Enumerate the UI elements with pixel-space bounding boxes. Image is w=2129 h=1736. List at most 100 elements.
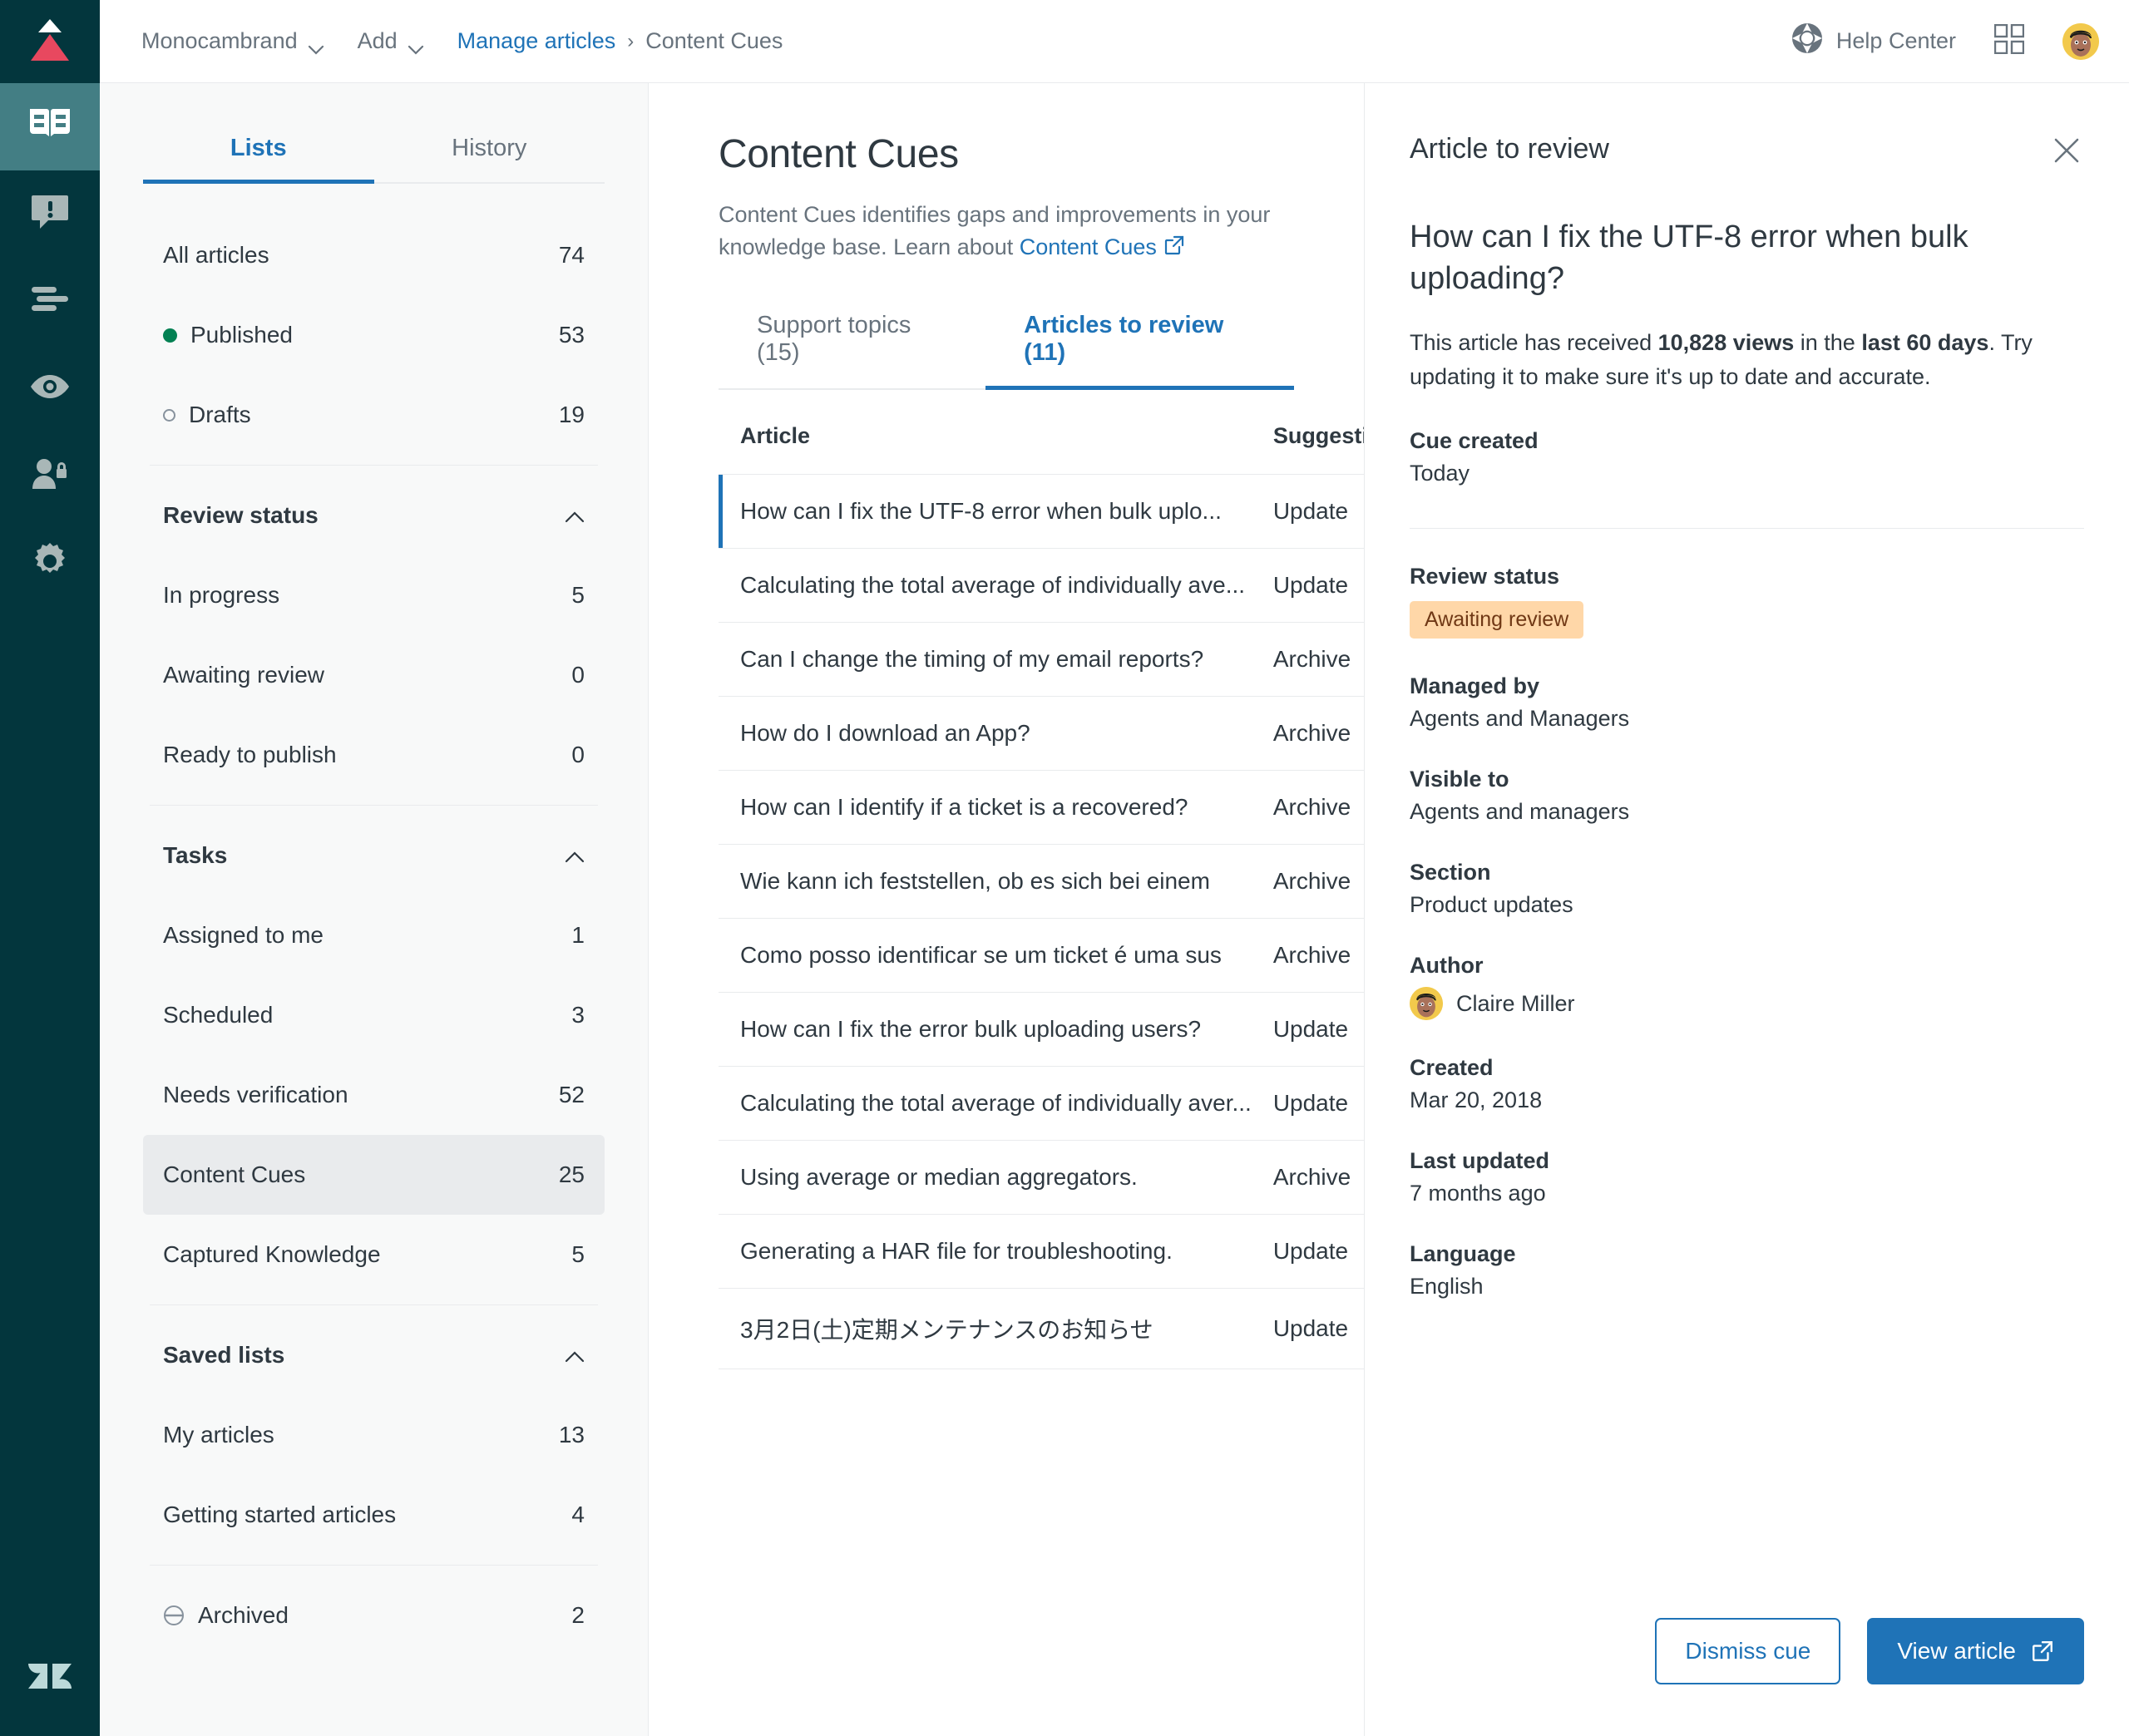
table-row[interactable]: Wie kann ich feststellen, ob es sich bei…	[719, 844, 1364, 920]
rail-item-lists[interactable]	[0, 258, 100, 345]
cell-article: 3月2日(土)定期メンテナンスのお知らせ	[719, 1288, 1252, 1370]
sidebar-item-getting-started-articles[interactable]: Getting started articles 4	[143, 1475, 605, 1555]
sidebar-item-archived[interactable]: Archived 2	[143, 1576, 605, 1655]
sidebar-item-count: 25	[558, 1161, 585, 1187]
add-menu[interactable]: Add	[358, 28, 423, 55]
eye-icon	[29, 374, 71, 403]
suggestion-sort-control[interactable]: Suggestion	[1273, 423, 1364, 449]
table-row[interactable]: Calculating the total average of individ…	[719, 1066, 1364, 1142]
sidebar-item-ready-to-publish[interactable]: Ready to publish 0	[143, 715, 605, 795]
cell-article: Wie kann ich feststellen, ob es sich bei…	[719, 844, 1252, 920]
cell-suggestion: Archive	[1251, 918, 1364, 994]
dismiss-cue-button[interactable]: Dismiss cue	[1655, 1618, 1841, 1684]
sidebar-item-scheduled[interactable]: Scheduled 3	[143, 975, 605, 1055]
zendesk-footer-logo[interactable]	[0, 1620, 100, 1736]
rail-item-alerts[interactable]	[0, 170, 100, 258]
archived-label-wrap: Archived	[163, 1602, 571, 1629]
sidebar-item-count: 52	[558, 1082, 585, 1107]
sidebar-item-published[interactable]: Published 53	[143, 295, 605, 375]
lists-sidebar: Lists History All articles 74 Published …	[100, 83, 649, 1736]
table-row[interactable]: Como posso identificar se um ticket é um…	[719, 918, 1364, 994]
external-link-icon	[1163, 233, 1185, 265]
close-icon	[2052, 138, 2081, 168]
sidebar-item-count: 5	[571, 1241, 585, 1267]
apps-grid-button[interactable]	[1993, 23, 2025, 58]
divider	[150, 805, 598, 806]
table-row[interactable]: How can I fix the error bulk uploading u…	[719, 992, 1364, 1068]
meta-value-language: English	[1410, 1274, 1484, 1300]
sidebar-item-in-progress[interactable]: In progress 5	[143, 555, 605, 635]
sidebar-item-count: 0	[571, 742, 585, 767]
rail-item-views[interactable]	[0, 345, 100, 432]
sidebar-item-content-cues[interactable]: Content Cues 25	[143, 1135, 605, 1215]
brand-logo[interactable]	[0, 0, 100, 83]
rail-item-knowledge-base[interactable]	[0, 83, 100, 170]
gear-icon	[32, 543, 68, 584]
page-title: Content Cues	[719, 132, 959, 176]
page-description-text: Content Cues identifies gaps and improve…	[719, 202, 1271, 260]
tab-support-topics[interactable]: Support topics (15)	[719, 300, 985, 388]
top-navigation-bar: Monocambrand Add Manage articles › Conte…	[100, 0, 2129, 83]
sidebar-item-label: Getting started articles	[163, 1502, 397, 1527]
help-center-link[interactable]: Help Center	[1791, 22, 1956, 60]
meta-label-section: Section	[1410, 860, 1491, 885]
sidebar-item-label: Needs verification	[163, 1082, 348, 1107]
cell-article: How can I identify if a ticket is a reco…	[719, 770, 1252, 846]
drafts-label-wrap: Drafts	[163, 402, 559, 428]
column-header-article[interactable]: Article	[719, 395, 1252, 476]
chevron-down-icon	[408, 35, 423, 55]
panel-spacer	[1410, 1300, 2084, 1618]
app-root: Monocambrand Add Manage articles › Conte…	[0, 0, 2129, 1736]
cell-article: Calculating the total average of individ…	[719, 1066, 1252, 1142]
column-header-suggestion[interactable]: Suggestion	[1251, 395, 1364, 476]
view-article-button[interactable]: View article	[1867, 1618, 2084, 1684]
cell-article: How can I fix the UTF-8 error when bulk …	[719, 474, 1252, 550]
tab-lists[interactable]: Lists	[143, 120, 374, 184]
product-rail	[0, 0, 100, 1736]
meta-value-author: Claire Miller	[1456, 990, 1575, 1016]
table-row[interactable]: Can I change the timing of my email repo…	[719, 622, 1364, 698]
table-row[interactable]: How can I identify if a ticket is a reco…	[719, 770, 1364, 846]
breadcrumb-separator: ›	[627, 29, 635, 52]
sidebar-item-assigned-to-me[interactable]: Assigned to me 1	[143, 895, 605, 975]
sidebar-item-label: Published	[190, 322, 293, 348]
sidebar-item-count: 5	[571, 582, 585, 608]
sidebar-item-my-articles[interactable]: My articles 13	[143, 1395, 605, 1475]
breadcrumb-manage-articles[interactable]: Manage articles	[457, 28, 616, 54]
tab-articles-to-review[interactable]: Articles to review (11)	[985, 300, 1294, 391]
sidebar-item-all-articles[interactable]: All articles 74	[143, 215, 605, 295]
meta-label-created: Created	[1410, 1055, 1494, 1081]
table-row[interactable]: Using average or median aggregators. Arc…	[719, 1140, 1364, 1216]
sidebar-item-captured-knowledge[interactable]: Captured Knowledge 5	[143, 1215, 605, 1295]
table-row[interactable]: How do I download an App? Archive	[719, 696, 1364, 772]
table-row[interactable]: How can I fix the UTF-8 error when bulk …	[719, 474, 1364, 550]
rail-item-settings[interactable]	[0, 520, 100, 607]
cell-suggestion: Archive	[1251, 696, 1364, 772]
table-row[interactable]: Generating a HAR file for troubleshootin…	[719, 1214, 1364, 1290]
external-link-icon	[2031, 1640, 2054, 1663]
table-row[interactable]: Calculating the total average of individ…	[719, 548, 1364, 624]
content-cues-learn-link[interactable]: Content Cues	[1020, 234, 1157, 259]
close-panel-button[interactable]	[2049, 133, 2084, 168]
section-header-tasks[interactable]: Tasks	[143, 816, 605, 895]
list-lines-icon	[31, 286, 69, 317]
sidebar-item-drafts[interactable]: Drafts 19	[143, 375, 605, 455]
sidebar-item-awaiting-review[interactable]: Awaiting review 0	[143, 635, 605, 715]
tab-history[interactable]: History	[374, 120, 605, 182]
sidebar-item-needs-verification[interactable]: Needs verification 52	[143, 1055, 605, 1135]
sidebar-item-count: 3	[571, 1002, 585, 1028]
panel-actions: Dismiss cue View article	[1410, 1618, 2084, 1736]
summary-prefix: This article has received	[1410, 330, 1658, 356]
avatar[interactable]	[2062, 22, 2099, 60]
table-row[interactable]: 3月2日(土)定期メンテナンスのお知らせ Update	[719, 1288, 1364, 1370]
brand-selector[interactable]: Monocambrand	[141, 28, 324, 55]
summary-period: last 60 days	[1861, 330, 1989, 356]
section-header-review-status[interactable]: Review status	[143, 476, 605, 555]
rail-item-permissions[interactable]	[0, 432, 100, 520]
section-header-saved-lists[interactable]: Saved lists	[143, 1315, 605, 1395]
sidebar-item-label: In progress	[163, 582, 280, 608]
meta-value-last-updated: 7 months ago	[1410, 1181, 1546, 1206]
meta-label-last-updated: Last updated	[1410, 1148, 1550, 1174]
tab-lists-label: Lists	[230, 135, 287, 161]
column-header-suggestion-label: Suggestion	[1272, 423, 1364, 449]
